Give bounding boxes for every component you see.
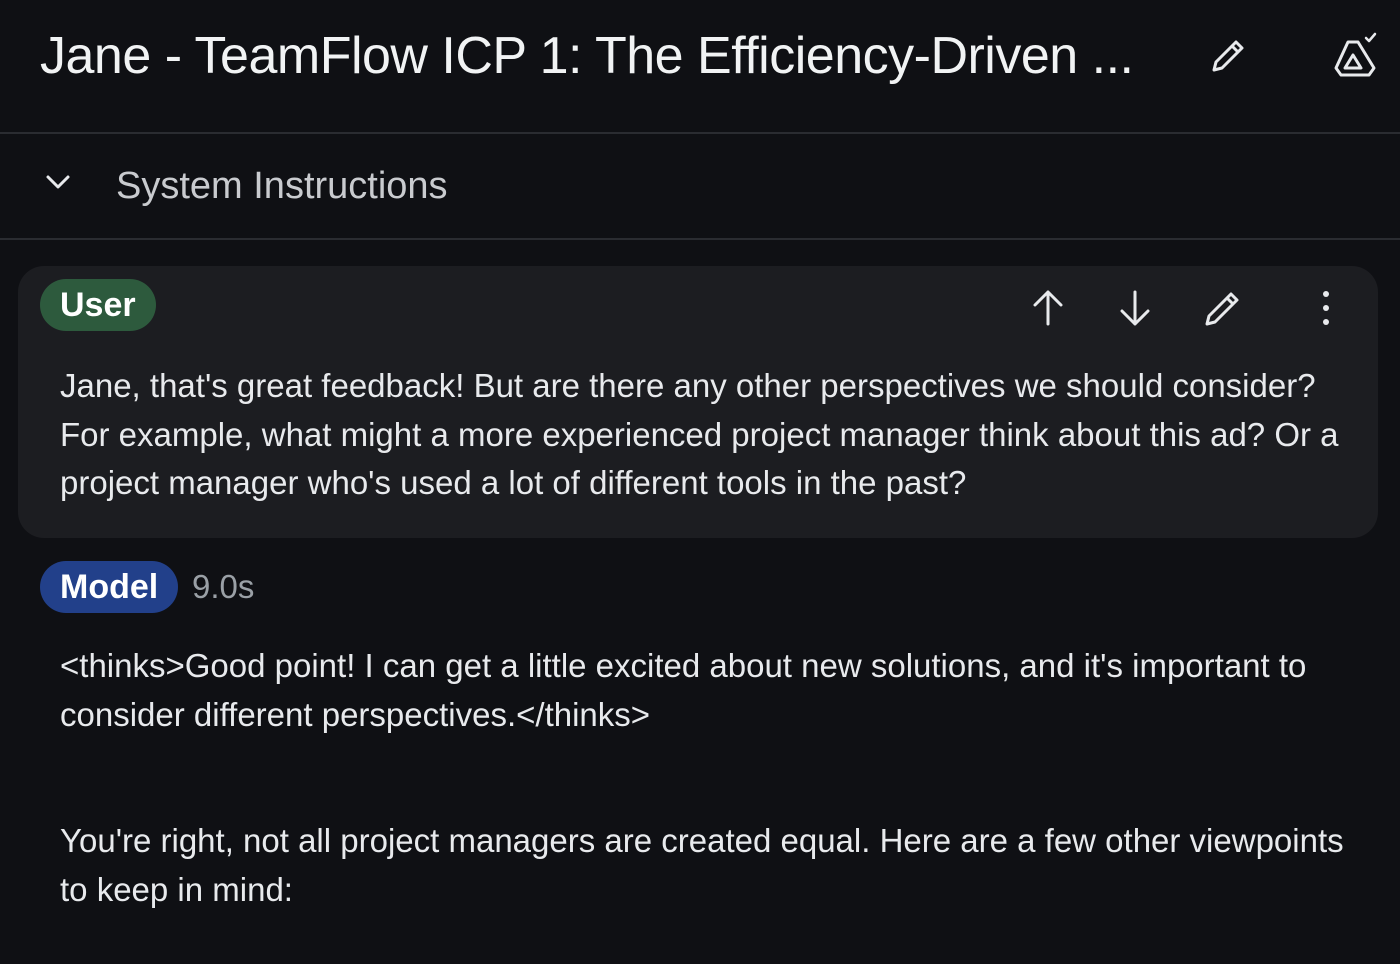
more-vert-icon (1323, 291, 1329, 325)
turn-actions (1024, 284, 1350, 332)
user-role-chip: User (40, 279, 156, 331)
header: Jane - TeamFlow ICP 1: The Efficiency-Dr… (0, 0, 1400, 134)
model-message-paragraph: <thinks>Good point! I can get a little e… (60, 647, 1307, 733)
move-down-button[interactable] (1111, 284, 1159, 332)
model-role-chip: Model (40, 561, 179, 613)
more-options-button[interactable] (1302, 284, 1350, 332)
arrow-down-icon (1120, 290, 1150, 326)
user-turn-card: User Jane, that's great feedback! But ar… (18, 266, 1378, 538)
prompt-page: Jane - TeamFlow ICP 1: The Efficiency-Dr… (0, 0, 1400, 964)
pencil-icon (1205, 292, 1239, 326)
model-message-paragraph: You're right, not all project managers a… (60, 822, 1344, 908)
system-instructions-label: System Instructions (116, 165, 448, 207)
prompt-title[interactable]: Jane - TeamFlow ICP 1: The Efficiency-Dr… (40, 22, 1134, 90)
edit-turn-button[interactable] (1198, 284, 1246, 332)
system-instructions-toggle[interactable]: System Instructions (0, 134, 1400, 240)
user-message-text: Jane, that's great feedback! But are the… (60, 367, 1339, 501)
chevron-down-icon (40, 164, 76, 200)
response-time: 9.0s (192, 568, 255, 605)
edit-title-button[interactable] (1206, 34, 1250, 78)
drive-saved-icon (1334, 32, 1377, 77)
save-to-drive-button[interactable] (1328, 28, 1382, 82)
move-up-button[interactable] (1024, 284, 1072, 332)
pencil-icon (1212, 40, 1244, 72)
arrow-up-icon (1033, 290, 1063, 326)
